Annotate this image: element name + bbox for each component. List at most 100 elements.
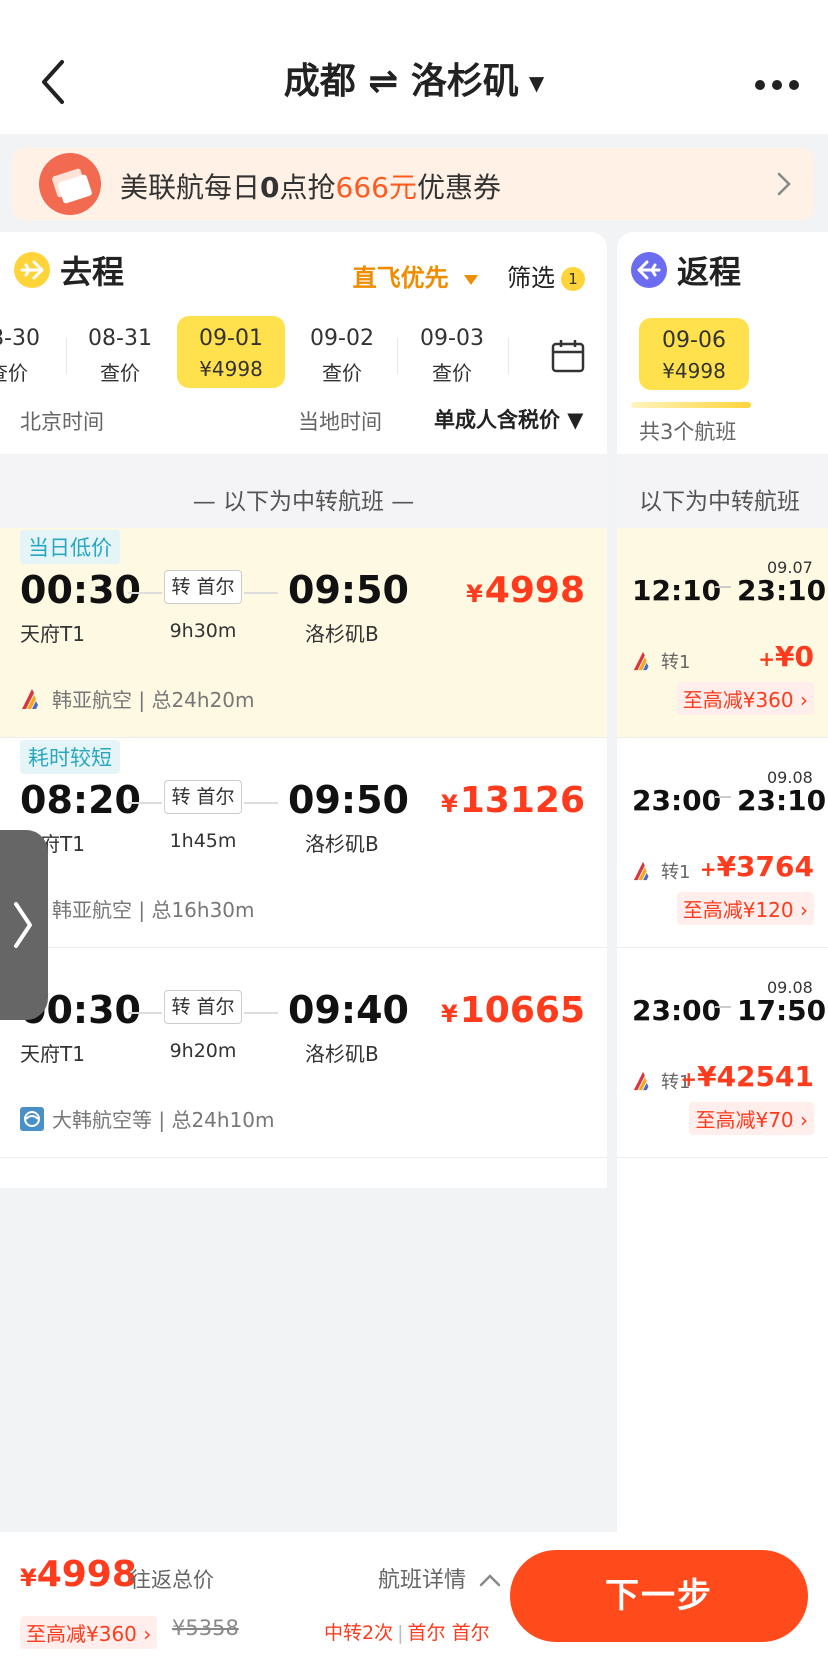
flight-tag: 耗时较短 bbox=[20, 740, 120, 774]
departure-time: 23:00 bbox=[632, 994, 722, 1027]
max-discount-badge[interactable]: 至高减¥360 › bbox=[20, 1616, 158, 1649]
date-tab-selected[interactable]: 09-01 ¥4998 bbox=[177, 316, 285, 388]
price-difference: +¥3764 bbox=[699, 850, 814, 883]
transfer-city: 转 首尔 bbox=[164, 570, 242, 604]
departure-time: 08:20 bbox=[20, 778, 141, 822]
route-line bbox=[128, 592, 162, 594]
filter-button[interactable]: 筛选 1 bbox=[507, 258, 585, 293]
airline-info: 大韩航空等 | 总24h10m bbox=[20, 1104, 275, 1133]
airline-info: 韩亚航空 | 总16h30m bbox=[20, 894, 255, 923]
transfer-count: 转1 bbox=[661, 652, 691, 673]
route-line bbox=[128, 1012, 162, 1014]
plane-icon bbox=[631, 252, 667, 288]
return-flight-card[interactable]: 09.08 23:00 23:10 转1 +¥3764 至高减¥120 › bbox=[617, 738, 828, 948]
transfer-count: 转1 bbox=[661, 862, 691, 883]
round-trip-total-price: ¥4998 bbox=[20, 1554, 137, 1595]
flight-count: 共3个航班 bbox=[639, 420, 737, 444]
route-line bbox=[244, 1012, 278, 1014]
discount-badge[interactable]: 至高减¥70 › bbox=[689, 1102, 814, 1135]
calendar-icon[interactable] bbox=[550, 338, 586, 374]
discount-badge[interactable]: 至高减¥120 › bbox=[676, 892, 814, 925]
transfer-city: 转 首尔 bbox=[164, 990, 242, 1024]
route-line bbox=[715, 586, 731, 588]
promo-text: 美联航每日0点抢666元优惠券 bbox=[120, 171, 501, 204]
asiana-logo-icon bbox=[632, 1070, 654, 1092]
arrival-time: 09:40 bbox=[288, 988, 409, 1032]
asiana-logo-icon bbox=[20, 687, 44, 711]
date-tab[interactable]: 08-30查价 bbox=[0, 316, 62, 388]
return-date-tab-selected[interactable]: 09-06 ¥4998 bbox=[639, 318, 749, 390]
total-price-label: 往返总价 bbox=[130, 1568, 214, 1592]
asiana-logo-icon bbox=[632, 860, 654, 882]
discount-badge[interactable]: 至高减¥360 › bbox=[676, 682, 814, 715]
return-panel: 返程 09-06 ¥4998 共3个航班 以下为中转航班 09.07 12:10 … bbox=[617, 232, 828, 1532]
column-subheader: 北京时间 当地时间 单成人含税价 ▼ bbox=[0, 398, 607, 438]
flight-card[interactable]: 耗时较短 08:20 天府T1 转 首尔 1h45m 09:50 洛杉矶B ¥1… bbox=[0, 738, 607, 948]
bottom-action-bar: ¥4998 往返总价 至高减¥360 › ¥5358 航班详情 中转2次 | 首尔 … bbox=[0, 1532, 828, 1656]
return-flight-card[interactable]: 09.08 23:00 17:50 转1 +¥42541 至高减¥70 › bbox=[617, 948, 828, 1158]
arrival-time: 17:50 bbox=[737, 994, 827, 1027]
route-dropdown-icon: ▼ bbox=[528, 71, 545, 95]
route-line bbox=[715, 1006, 731, 1008]
flight-details-toggle[interactable]: 航班详情 bbox=[378, 1562, 501, 1594]
date-tab[interactable]: 09-02 查价 bbox=[288, 316, 396, 388]
route-line bbox=[715, 796, 731, 798]
transfer-divider-label: 以下为中转航班 bbox=[639, 489, 800, 515]
departure-airport: 天府T1 bbox=[20, 622, 85, 646]
arrival-time: 23:10 bbox=[737, 574, 827, 607]
arrival-time: 09:50 bbox=[288, 778, 409, 822]
arrival-airport: 洛杉矶B bbox=[305, 832, 379, 856]
transfer-city: 转 首尔 bbox=[164, 780, 242, 814]
arrival-airport: 洛杉矶B bbox=[305, 1042, 379, 1066]
more-icon[interactable] bbox=[754, 76, 800, 90]
route-title[interactable]: 成都 ⇌ 洛杉矶 ▼ bbox=[0, 52, 828, 104]
departure-time: 12:10 bbox=[632, 574, 722, 607]
top-nav-bar: 成都 ⇌ 洛杉矶 ▼ bbox=[0, 0, 828, 134]
airline-info: 韩亚航空 | 总24h20m bbox=[20, 684, 255, 713]
flight-tag: 当日低价 bbox=[20, 530, 120, 564]
return-header: 返程 bbox=[631, 250, 742, 291]
flight-price: ¥4998 bbox=[466, 570, 585, 611]
departure-time: 00:30 bbox=[20, 568, 141, 612]
outbound-panel: 去程 直飞优先 筛选1 08-30查价 08-31查价 09-01¥4998 0… bbox=[0, 232, 607, 1188]
layover-duration: 9h30m bbox=[169, 620, 237, 642]
direct-first-sort[interactable]: 直飞优先 bbox=[353, 258, 479, 293]
filter-count-badge: 1 bbox=[561, 267, 585, 291]
price-difference: +¥42541 bbox=[680, 1060, 814, 1093]
flight-card[interactable]: 当日低价 00:30 天府T1 转 首尔 9h30m 09:50 洛杉矶B ¥4… bbox=[0, 528, 607, 738]
date-separator bbox=[508, 338, 509, 374]
return-title: 返程 bbox=[677, 253, 742, 291]
side-drawer-handle[interactable] bbox=[0, 830, 48, 1020]
arrival-time: 09:50 bbox=[288, 568, 409, 612]
layover-duration: 9h20m bbox=[169, 1040, 237, 1062]
local-time-label: 当地时间 bbox=[298, 410, 382, 434]
return-flight-card[interactable]: 09.07 12:10 23:10 转1 +¥0 至高减¥360 › bbox=[617, 528, 828, 738]
selected-indicator bbox=[631, 402, 751, 408]
flight-card[interactable]: 00:30 天府T1 转 首尔 9h20m 09:40 洛杉矶B ¥10665 … bbox=[0, 948, 607, 1158]
route-line bbox=[244, 802, 278, 804]
date-tab[interactable]: 09-03 查价 bbox=[398, 316, 506, 388]
korean-air-logo-icon bbox=[20, 1106, 44, 1131]
flight-price: ¥10665 bbox=[441, 990, 585, 1031]
promo-banner[interactable]: 美联航每日0点抢666元优惠券 bbox=[12, 148, 814, 220]
departure-airport: 天府T1 bbox=[20, 1042, 85, 1066]
route-title-text: 成都 ⇌ 洛杉矶 bbox=[283, 61, 519, 102]
chevron-right-icon bbox=[14, 902, 32, 948]
arrival-time: 23:10 bbox=[737, 784, 827, 817]
beijing-time-label: 北京时间 bbox=[20, 410, 104, 434]
price-mode-dropdown[interactable]: 单成人含税价 ▼ bbox=[434, 404, 583, 434]
arrival-airport: 洛杉矶B bbox=[305, 622, 379, 646]
next-step-button[interactable]: 下一步 bbox=[510, 1550, 808, 1642]
route-summary: 中转2次 | 首尔 首尔 bbox=[324, 1622, 490, 1644]
date-tab[interactable]: 08-31 查价 bbox=[66, 316, 174, 388]
chevron-up-icon bbox=[479, 1574, 501, 1587]
original-price: ¥5358 bbox=[172, 1616, 239, 1640]
price-difference: +¥0 bbox=[758, 640, 814, 673]
departure-time: 23:00 bbox=[632, 784, 722, 817]
asiana-logo-icon bbox=[632, 650, 654, 672]
flight-price: ¥13126 bbox=[441, 780, 585, 821]
plane-icon bbox=[14, 252, 50, 288]
route-line bbox=[244, 592, 278, 594]
route-line bbox=[128, 802, 162, 804]
layover-duration: 1h45m bbox=[169, 830, 237, 852]
